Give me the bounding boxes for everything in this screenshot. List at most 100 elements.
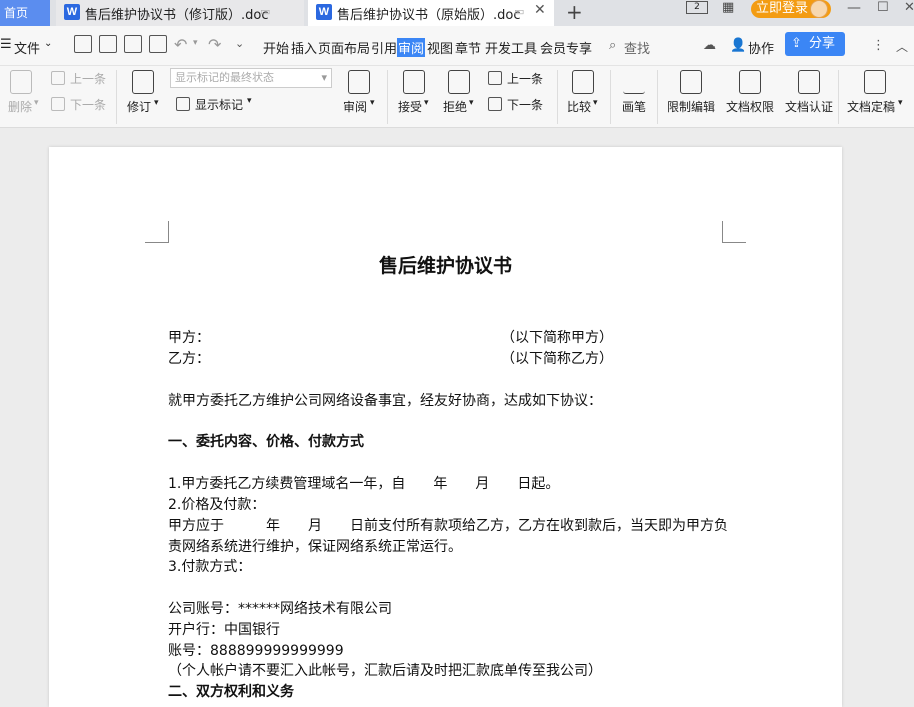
- next-change-icon: [488, 97, 502, 111]
- track-changes-icon: [132, 70, 154, 94]
- divider: [657, 70, 658, 124]
- party-b-note: （以下简称乙方）: [501, 351, 613, 367]
- prev-comment-button[interactable]: 上一条: [70, 70, 106, 87]
- tab-bar: 首页 W 售后维护协议书（修订版）.doc ▭ W 售后维护协议书（原始版）.d…: [0, 0, 914, 26]
- tab-original-doc[interactable]: W 售后维护协议书（原始版）.doc ▭ ✕: [308, 0, 554, 26]
- tab-label: 售后维护协议书（原始版）.doc: [337, 8, 521, 23]
- next-change-button[interactable]: 下一条: [507, 96, 543, 113]
- wps-writer-icon: W: [64, 4, 80, 20]
- tab-label: 售后维护协议书（修订版）.doc: [85, 8, 269, 23]
- undo-icon[interactable]: ↶: [174, 35, 187, 54]
- compare-icon: [572, 70, 594, 94]
- hamburger-icon[interactable]: ☰: [0, 37, 12, 52]
- menu-insert[interactable]: 插入: [291, 38, 317, 57]
- search-icon[interactable]: ⌕: [609, 38, 616, 53]
- chevron-down-icon[interactable]: ⌄: [44, 38, 52, 49]
- prev-comment-icon: [51, 71, 65, 85]
- export-pdf-icon[interactable]: [99, 35, 117, 53]
- new-tab-button[interactable]: +: [566, 0, 583, 24]
- menu-home[interactable]: 开始: [263, 38, 289, 57]
- chevron-down-icon: ▾: [469, 98, 474, 108]
- menu-view[interactable]: 视图: [427, 38, 453, 57]
- user-icon[interactable]: 👤: [730, 38, 746, 53]
- chevron-down-icon: ▾: [593, 98, 598, 108]
- review-pane-button[interactable]: 审阅: [343, 98, 367, 115]
- doc-permission-icon: [739, 70, 761, 94]
- menu-file[interactable]: 文件: [14, 38, 40, 57]
- close-window-icon[interactable]: ✕: [904, 0, 914, 15]
- menu-references[interactable]: 引用: [371, 38, 397, 57]
- lock-icon: [680, 70, 702, 94]
- crop-mark-left: [145, 221, 169, 243]
- item-2-text-line-2: 责网络系统进行维护，保证网络系统正常运行。: [168, 539, 462, 555]
- doc-cert-button[interactable]: 文档认证: [785, 98, 833, 115]
- chevron-down-icon: ▾: [424, 98, 429, 108]
- search-button[interactable]: 查找: [624, 38, 650, 57]
- chevron-down-icon: ▾: [247, 96, 252, 106]
- crop-mark-right: [722, 221, 746, 243]
- item-1: 1.甲方委托乙方续费管理域名一年，自 年 月 日起。: [168, 476, 560, 492]
- bank-name: 开户行：中国银行: [168, 622, 280, 638]
- maximize-icon[interactable]: ☐: [877, 0, 889, 15]
- menu-review[interactable]: 审阅: [397, 38, 426, 57]
- tab-home[interactable]: 首页: [0, 0, 50, 26]
- wps-writer-icon: W: [316, 4, 332, 20]
- delete-button[interactable]: 删除: [8, 98, 32, 115]
- collab-button[interactable]: 协作: [748, 38, 774, 57]
- menu-bar: ☰ 文件 ⌄ ↶ ▾ ↷ ⌄ 开始 插入 页面布局 引用 审阅 视图 章节 开发…: [0, 26, 914, 66]
- party-a-note: （以下简称甲方）: [501, 330, 613, 346]
- show-markup-button[interactable]: 显示标记: [195, 96, 243, 113]
- item-2-text-line-1: 甲方应于 年 月 日前支付所有款项给乙方，乙方在收到款后，当天即为甲方负: [168, 518, 728, 534]
- account-notice: （个人帐户请不要汇入此帐号，汇款后请及时把汇款底单传至我公司）: [168, 663, 602, 679]
- chevron-down-icon: ▾: [34, 98, 39, 108]
- grid-apps-icon[interactable]: ▦: [722, 0, 734, 15]
- workspace-count-icon[interactable]: 2: [686, 1, 708, 14]
- accept-button[interactable]: 接受: [398, 98, 422, 115]
- account-number: 账号：888899999999999: [168, 643, 344, 659]
- chevron-down-icon[interactable]: ▾: [193, 38, 198, 48]
- document-page[interactable]: 售后维护协议书 甲方： （以下简称甲方） 乙方： （以下简称乙方） 就甲方委托乙…: [49, 147, 842, 707]
- doc-final-icon: [864, 70, 886, 94]
- next-comment-button[interactable]: 下一条: [70, 96, 106, 113]
- share-button[interactable]: ⇪ 分享: [785, 32, 845, 56]
- party-b-label: 乙方：: [168, 351, 210, 367]
- compare-button[interactable]: 比较: [567, 98, 591, 115]
- minimize-icon[interactable]: —: [847, 0, 861, 16]
- delete-comment-icon: [10, 70, 32, 94]
- share-icon: ⇪: [791, 36, 802, 51]
- document-title: 售后维护协议书: [378, 255, 512, 277]
- prev-change-button[interactable]: 上一条: [507, 70, 543, 87]
- print-icon[interactable]: [124, 35, 142, 53]
- restrict-edit-button[interactable]: 限制编辑: [667, 98, 715, 115]
- reject-button[interactable]: 拒绝: [443, 98, 467, 115]
- cloud-sync-icon[interactable]: ☁: [703, 38, 716, 53]
- chevron-down-icon: ▾: [370, 98, 375, 108]
- avatar[interactable]: [810, 0, 828, 18]
- company-account: 公司账号：******网络技术有限公司: [168, 601, 392, 617]
- doc-final-button[interactable]: 文档定稿: [847, 98, 895, 115]
- doc-permission-button[interactable]: 文档权限: [726, 98, 774, 115]
- customize-chevron-icon[interactable]: ⌄: [235, 37, 244, 50]
- intro-paragraph: 就甲方委托乙方维护公司网络设备事宜，经友好协商，达成如下协议：: [168, 393, 602, 409]
- monitor-icon: ▭: [260, 5, 271, 18]
- print-preview-icon[interactable]: [149, 35, 167, 53]
- monitor-icon: ▭: [514, 5, 525, 18]
- more-icon[interactable]: ⋮: [872, 38, 885, 53]
- chevron-down-icon: ▾: [898, 98, 903, 108]
- login-label: 立即登录: [756, 1, 809, 16]
- collapse-ribbon-icon[interactable]: ︿: [896, 38, 908, 55]
- menu-member[interactable]: 会员专享: [540, 38, 592, 57]
- close-tab-icon[interactable]: ✕: [534, 2, 546, 18]
- menu-developer[interactable]: 开发工具: [485, 38, 537, 57]
- markup-state-select[interactable]: 显示标记的最终状态: [170, 68, 332, 88]
- pen-button[interactable]: 画笔: [622, 98, 646, 115]
- save-icon[interactable]: [74, 35, 92, 53]
- menu-layout[interactable]: 页面布局: [318, 38, 370, 57]
- review-pane-icon: [348, 70, 370, 94]
- redo-icon[interactable]: ↷: [208, 35, 221, 54]
- menu-chapter[interactable]: 章节: [455, 38, 481, 57]
- divider: [610, 70, 611, 124]
- tab-revised-doc[interactable]: W 售后维护协议书（修订版）.doc ▭: [56, 0, 304, 26]
- revise-button[interactable]: 修订: [127, 98, 151, 115]
- login-button[interactable]: 立即登录: [751, 0, 831, 18]
